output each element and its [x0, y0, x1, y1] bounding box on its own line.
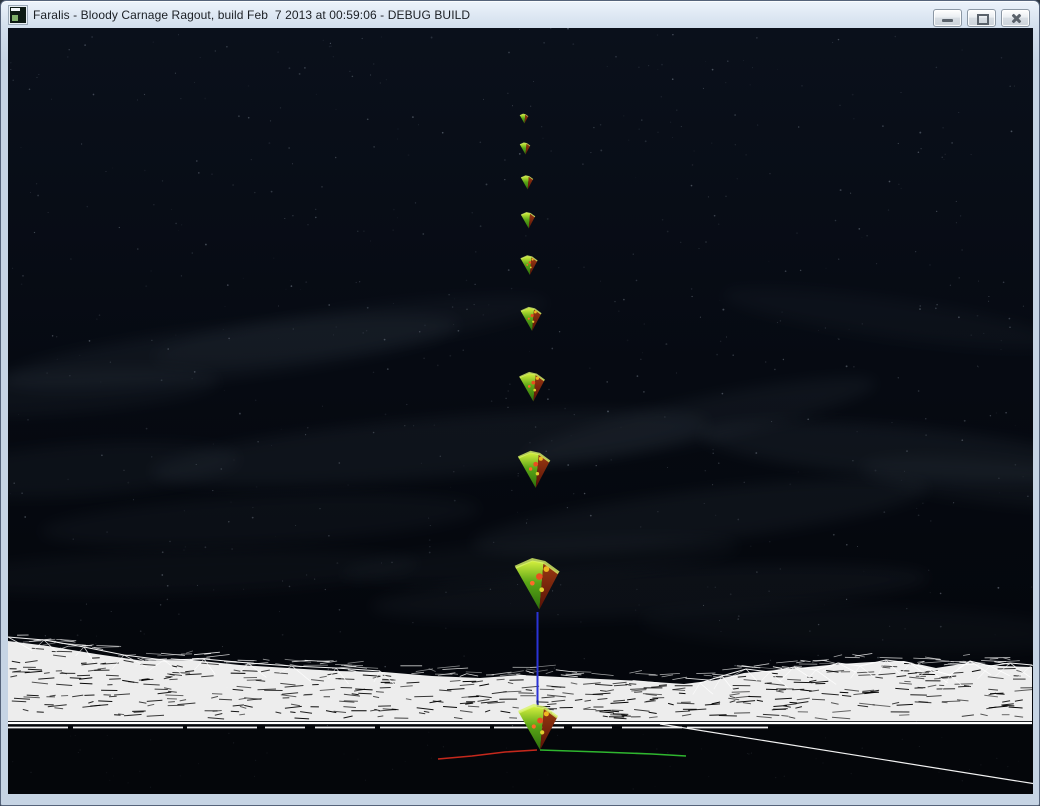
3d-scene-canvas [8, 28, 1033, 794]
foreground-ground [8, 729, 1033, 794]
close-button[interactable] [1001, 9, 1030, 27]
minimize-icon [942, 19, 953, 22]
minimize-button[interactable] [933, 9, 962, 27]
app-window: Faralis - Bloody Carnage Ragout, build F… [0, 0, 1040, 806]
window-title: Faralis - Bloody Carnage Ragout, build F… [33, 8, 470, 22]
window-controls [933, 9, 1030, 27]
maximize-icon [977, 14, 989, 25]
titlebar[interactable]: Faralis - Bloody Carnage Ragout, build F… [1, 1, 1039, 28]
app-icon [9, 6, 27, 24]
maximize-button[interactable] [967, 9, 996, 27]
close-icon [1010, 13, 1022, 24]
game-viewport[interactable] [8, 28, 1033, 794]
